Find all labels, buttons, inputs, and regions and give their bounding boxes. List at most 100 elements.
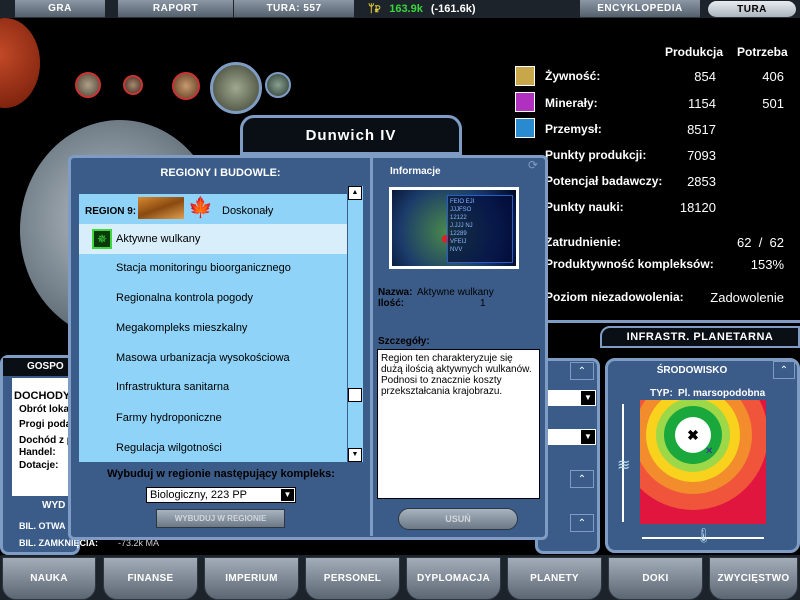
nav-diplomacy[interactable]: DYPLOMACJA — [406, 557, 501, 600]
credits-value: 163.9k — [389, 3, 423, 15]
employment-label: Zatrudnienie: — [545, 235, 622, 249]
region-quality: Doskonały — [222, 205, 274, 217]
nav-empire[interactable]: IMPERIUM — [204, 557, 299, 600]
science-points-value: 18120 — [679, 200, 716, 215]
opening-balance-label: BIL. OTWA — [19, 521, 66, 531]
food-production: 854 — [694, 69, 716, 84]
chevron-up-icon[interactable]: ⌃ — [570, 470, 594, 488]
remove-button[interactable]: USUŃ — [398, 508, 518, 530]
income-tax: Progi poda — [19, 419, 72, 430]
chevron-up-icon[interactable]: ⌃ — [570, 514, 594, 532]
scanner-line: VFEIJ — [450, 239, 467, 245]
report-button[interactable]: RAPORT — [118, 0, 233, 18]
list-item[interactable]: Stacja monitoringu bioorganicznego — [116, 262, 291, 274]
income-local: Obrót loka — [19, 404, 70, 415]
list-item[interactable]: Masowa urbanizacja wysokościowa — [116, 352, 290, 364]
list-item[interactable]: Regulacja wilgotności — [116, 442, 222, 454]
chevron-up-icon[interactable]: ⌃ — [570, 362, 594, 380]
productivity-value: 153% — [750, 257, 784, 272]
thermometer-icon: 🌡 — [695, 527, 713, 543]
nav-personnel[interactable]: PERSONEL — [305, 557, 400, 600]
header-potrzeba: Potrzeba — [737, 45, 788, 59]
scanner-line: J.JJJ NJ — [450, 223, 473, 229]
list-item[interactable]: Megakompleks mieszkalny — [116, 322, 247, 334]
nav-planets[interactable]: PLANETY — [507, 557, 602, 600]
scanner-readout: FEIO EJI JJJFSO 12122 J.JJJ NJ 12289 VFE… — [447, 195, 513, 263]
build-prompt: Wybuduj w regionie następujący kompleks: — [107, 468, 335, 480]
list-item[interactable]: Regionalna kontrola pogody — [116, 292, 253, 304]
quantity-value: 1 — [480, 298, 486, 309]
food-need: 406 — [762, 69, 784, 84]
planet-thumb-selected[interactable] — [210, 62, 262, 114]
quantity-label: Ilość: — [378, 298, 405, 309]
list-top-edge — [79, 186, 347, 194]
list-scrollbar[interactable] — [347, 186, 363, 462]
build-select-value: Biologiczny, 223 PP — [150, 489, 248, 501]
scroll-up-icon[interactable]: ▲ — [348, 186, 362, 200]
chevron-down-icon[interactable]: ▼ — [281, 489, 294, 501]
science-points-label: Punkty nauki: — [545, 200, 624, 214]
encyclopedia-button[interactable]: ENCYKLOPEDIA — [580, 0, 700, 18]
nav-finance[interactable]: FINANSE — [103, 557, 198, 600]
nav-docks[interactable]: DOKI — [608, 557, 703, 600]
leaf-icon: 🍁 — [188, 197, 213, 219]
food-icon — [515, 66, 535, 86]
dropdown-2[interactable]: ▼ — [548, 429, 596, 445]
nav-victory[interactable]: ZWYCIĘSTWO — [709, 557, 798, 600]
scroll-thumb[interactable] — [348, 388, 362, 402]
name-label: Nazwa: — [378, 287, 413, 298]
income-trade: Handel: — [19, 447, 56, 458]
header-produkcja: Produkcja — [665, 45, 724, 59]
build-button[interactable]: WYBUDUJ W REGIONIE — [156, 509, 285, 528]
turn-counter: TURA: 557 — [234, 0, 354, 18]
scanner-line: 12289 — [450, 231, 467, 237]
production-points-label: Punkty produkcji: — [545, 148, 647, 162]
volcano-icon: ✵ — [92, 229, 112, 249]
minerals-need: 501 — [762, 96, 784, 111]
scanner-line: 12122 — [450, 215, 467, 221]
region-label: REGION 9: — [85, 206, 137, 217]
nav-science[interactable]: NAUKA — [2, 557, 96, 600]
list-item[interactable]: Aktywne wulkany — [116, 233, 200, 245]
chevron-up-icon[interactable]: ⌃ — [773, 361, 795, 379]
employment-value: 62 / 62 — [737, 235, 784, 250]
environment-type-label: TYP: — [650, 388, 673, 399]
details-text: Region ten charakteryzuje się dużą ilośc… — [377, 349, 540, 499]
humidity-icon: ≋ — [617, 457, 631, 474]
planet-thumb-2[interactable] — [123, 75, 143, 95]
dialog-title: REGIONY I BUDOWLE: — [160, 167, 281, 179]
build-select[interactable]: Biologiczny, 223 PP ▼ — [146, 487, 296, 503]
infrastructure-tab[interactable]: INFRASTR. PLANETARNA — [600, 326, 800, 348]
menu-gra-button[interactable]: GRA — [15, 0, 105, 18]
terrain-icon — [138, 197, 184, 219]
chevron-down-icon[interactable]: ▼ — [581, 430, 595, 444]
dialog-divider — [370, 158, 373, 536]
end-turn-button[interactable]: TURA — [708, 1, 796, 18]
income-grants: Dotacje: — [19, 460, 59, 471]
planet-thumb-3[interactable] — [172, 72, 200, 100]
minerals-label: Minerały: — [545, 96, 598, 110]
food-label: Żywność: — [545, 69, 601, 83]
production-points-value: 7093 — [687, 148, 716, 163]
list-item[interactable]: Farmy hydroponiczne — [116, 412, 222, 424]
scroll-down-icon[interactable]: ▼ — [348, 448, 362, 462]
minerals-icon — [515, 92, 535, 112]
chevron-down-icon[interactable]: ▼ — [581, 391, 595, 405]
expenses-label: WYD — [42, 500, 66, 511]
income-production: Dochód z p — [19, 435, 73, 446]
planet-thumb-5[interactable] — [265, 72, 291, 98]
dropdown-1[interactable]: ▼ — [548, 390, 596, 406]
close-icon[interactable]: ⟳ — [528, 158, 538, 172]
planet-thumb-1[interactable] — [75, 72, 101, 98]
industry-production: 8517 — [687, 122, 716, 137]
environment-title: ŚRODOWISKO — [656, 364, 728, 376]
research-potential-value: 2853 — [687, 174, 716, 189]
scanner-line: JJJFSO — [450, 207, 472, 213]
credits-delta: (-161.6k) — [430, 3, 476, 15]
environment-map[interactable]: ✖ ✕ — [640, 400, 766, 524]
list-item[interactable]: Infrastruktura sanitarna — [116, 381, 229, 393]
industry-icon — [515, 118, 535, 138]
info-title: Informacje — [390, 166, 441, 177]
income-header: DOCHODY: — [14, 390, 74, 402]
credits-display: ᛘ₽ 163.9k (-161.6k) — [360, 0, 570, 18]
